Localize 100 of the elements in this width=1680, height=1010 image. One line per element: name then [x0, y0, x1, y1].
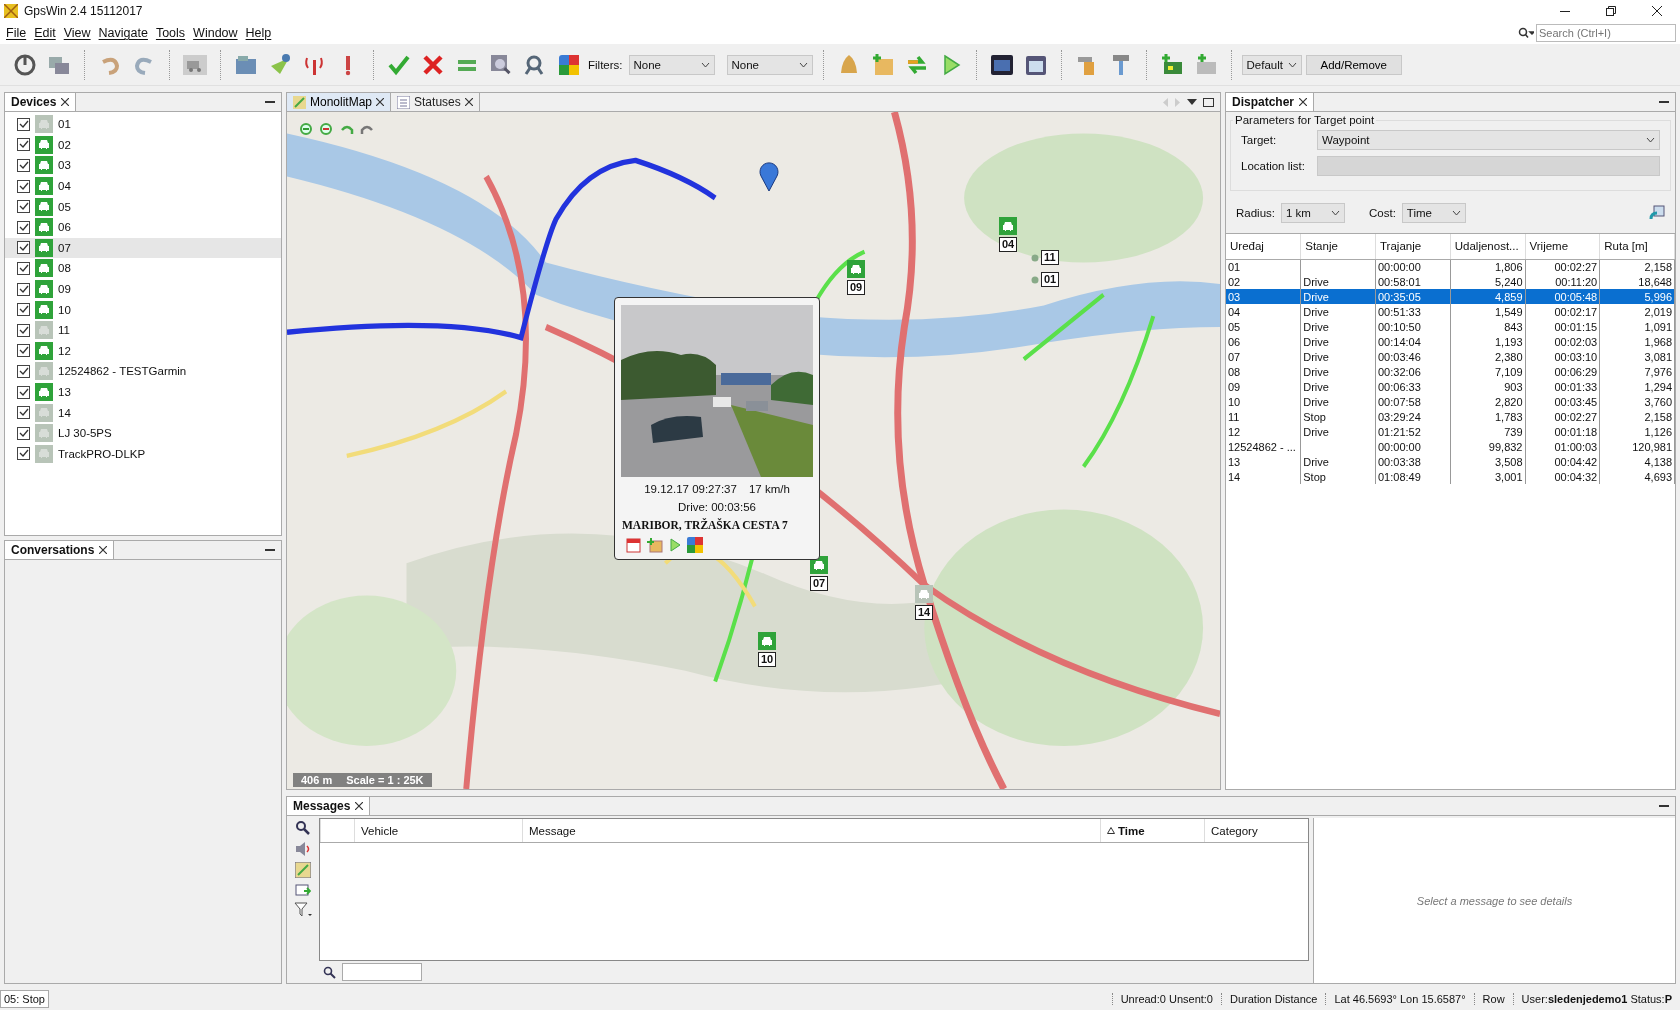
table-row[interactable]: 14 Stop 01:08:49 3,001 00:04:32 4,693 [1226, 469, 1675, 484]
close-icon[interactable] [376, 98, 385, 106]
device-row[interactable]: 04 [5, 175, 281, 197]
target-dropdown[interactable]: Waypoint [1317, 130, 1660, 150]
filter-dropdown[interactable]: None [726, 54, 813, 75]
menu-item[interactable]: Window [191, 26, 244, 40]
panel-tab[interactable]: Devices [5, 93, 77, 111]
table-cell: 00:06:33 [1375, 379, 1451, 394]
device-row[interactable]: 12 [5, 340, 281, 362]
radius-dropdown[interactable]: 1 km [1281, 203, 1345, 223]
checkbox[interactable] [17, 447, 30, 461]
checkbox[interactable] [17, 303, 30, 317]
menu-item[interactable]: Tools [153, 26, 192, 40]
column-header[interactable]: Ruta [m] [1599, 234, 1675, 259]
table-row[interactable]: 05 Drive 00:10:50 843 00:01:15 1,091 [1226, 319, 1675, 334]
checkbox[interactable] [17, 241, 30, 255]
table-row[interactable]: 03 Drive 00:35:05 4,859 00:05:48 5,996 [1226, 289, 1675, 304]
column-header[interactable]: Category [1204, 819, 1308, 842]
checkbox[interactable] [17, 406, 30, 420]
table-row[interactable]: 08 Drive 00:32:06 7,109 00:06:29 7,976 [1226, 364, 1675, 379]
filters-label: Filters: [588, 58, 623, 71]
table-cell: 00:02:27 [1525, 259, 1600, 274]
search-field[interactable]: Search (Ctrl+I) [1536, 24, 1676, 42]
speaker-icon[interactable] [295, 841, 311, 857]
column-header[interactable]: Udaljenost... [1450, 234, 1525, 259]
close-icon[interactable] [99, 546, 108, 554]
device-name: 04 [58, 180, 71, 193]
checkbox[interactable] [17, 179, 30, 193]
menu-item[interactable]: Edit [32, 26, 62, 40]
checkbox[interactable] [17, 385, 30, 399]
table-row[interactable]: 12524862 - ... 00:00:00 99,832 01:00:03 120,981 [1226, 439, 1675, 454]
device-row[interactable]: TrackPRO-DLKP [5, 443, 281, 465]
close-icon[interactable] [355, 802, 364, 810]
device-row[interactable]: 11 [5, 319, 281, 341]
checkbox[interactable] [17, 261, 30, 275]
column-header[interactable]: Vrijeme [1525, 234, 1600, 259]
checkbox[interactable] [17, 323, 30, 337]
checkbox[interactable] [17, 117, 30, 131]
menu-item[interactable]: File [4, 26, 33, 40]
column-header[interactable]: Trajanje [1375, 234, 1451, 259]
column-header[interactable]: Stanje [1300, 234, 1376, 259]
menu-item[interactable]: Navigate [96, 26, 154, 40]
table-row[interactable]: 04 Drive 00:51:33 1,549 00:02:17 2,019 [1226, 304, 1675, 319]
device-row[interactable]: 06 [5, 216, 281, 238]
table-row[interactable]: 09 Drive 00:06:33 903 00:01:33 1,294 [1226, 379, 1675, 394]
close-icon[interactable] [61, 98, 70, 106]
table-row[interactable]: 13 Drive 00:03:38 3,508 00:04:42 4,138 [1226, 454, 1675, 469]
column-header[interactable]: Vehicle [354, 819, 522, 842]
add-remove-button[interactable]: Add/Remove [1305, 54, 1402, 75]
checkbox[interactable] [17, 282, 30, 296]
table-row[interactable]: 06 Drive 00:14:04 1,193 00:02:03 1,968 [1226, 334, 1675, 349]
menu-item[interactable]: Help [243, 26, 278, 40]
panel-tab[interactable]: Messages [287, 797, 371, 815]
filter-icon[interactable] [294, 902, 312, 918]
device-row[interactable]: 03 [5, 155, 281, 176]
tab[interactable]: MonolitMap [287, 93, 392, 111]
checkbox[interactable] [17, 220, 30, 234]
checkbox[interactable] [17, 200, 30, 214]
device-row[interactable]: LJ 30-5PS [5, 422, 281, 444]
table-row[interactable]: 01 00:00:00 1,806 00:02:27 2,158 [1226, 259, 1675, 274]
cost-dropdown[interactable]: Time [1401, 203, 1466, 223]
device-row[interactable]: 08 [5, 258, 281, 279]
device-row[interactable]: 10 [5, 299, 281, 320]
checkbox[interactable] [17, 364, 30, 378]
table-row[interactable]: 10 Drive 00:07:58 2,820 00:03:45 3,760 [1226, 394, 1675, 409]
device-row[interactable]: 13 [5, 381, 281, 403]
table-cell: 00:02:17 [1525, 304, 1600, 319]
table-cell: 00:32:06 [1375, 364, 1451, 379]
device-row[interactable]: 02 [5, 134, 281, 156]
column-header[interactable]: Uređaj [1226, 234, 1301, 259]
close-icon[interactable] [1299, 98, 1308, 106]
device-name: 02 [58, 138, 71, 151]
checkbox[interactable] [17, 138, 30, 152]
table-row[interactable]: 11 Stop 03:29:24 1,783 00:02:27 2,158 [1226, 409, 1675, 424]
close-icon[interactable] [464, 98, 473, 106]
device-row[interactable]: 12524862 - TESTGarmin [5, 361, 281, 382]
checkbox[interactable] [17, 426, 30, 440]
route-icon[interactable] [1649, 205, 1665, 221]
table-row[interactable]: 07 Drive 00:03:46 2,380 00:03:10 3,081 [1226, 349, 1675, 364]
panel-tab[interactable]: Conversations [5, 541, 115, 559]
table-cell: 1,126 [1599, 424, 1675, 439]
list-icon [397, 95, 411, 109]
column-header[interactable]: Message [522, 819, 1100, 842]
search-field[interactable] [342, 963, 422, 981]
checkbox[interactable] [17, 344, 30, 358]
filter-dropdown[interactable]: None [628, 54, 715, 75]
device-row[interactable]: 05 [5, 196, 281, 217]
maximize-icon[interactable] [1203, 97, 1214, 107]
device-row[interactable]: 09 [5, 278, 281, 300]
layout-dropdown[interactable]: Default [1241, 54, 1302, 75]
device-row[interactable]: 01 [5, 114, 281, 135]
device-row[interactable]: 14 [5, 402, 281, 423]
checkbox[interactable] [17, 159, 30, 172]
device-row[interactable]: 07 [5, 237, 281, 259]
chevron-down-icon [1451, 210, 1461, 216]
table-row[interactable]: 12 Drive 01:21:52 739 00:01:18 1,126 [1226, 424, 1675, 439]
column-header[interactable]: Time [1100, 819, 1204, 842]
panel-tab[interactable]: Dispatcher [1226, 93, 1315, 111]
menu-item[interactable]: View [61, 26, 97, 40]
dropdown-icon[interactable] [1187, 99, 1197, 105]
